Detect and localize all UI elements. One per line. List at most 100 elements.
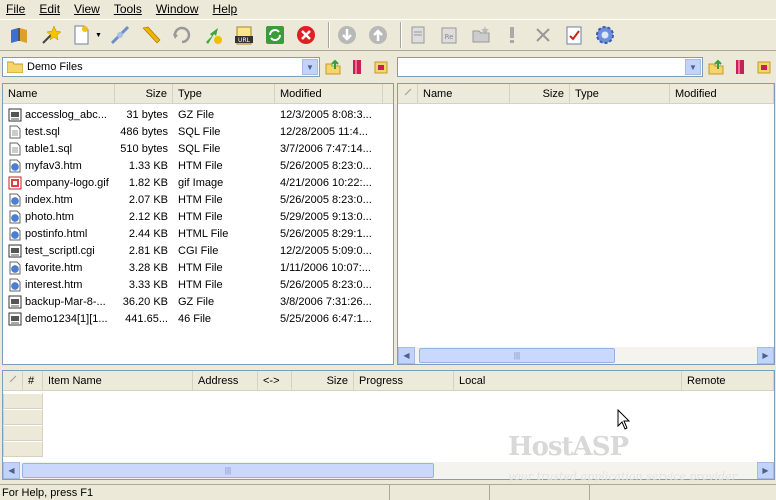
file-type: gif Image bbox=[178, 176, 224, 189]
remote-file-list[interactable]: Name Size Type Modified ◀ ||| ▶ bbox=[397, 83, 775, 365]
menu-window[interactable]: Window bbox=[156, 2, 199, 16]
column-type[interactable]: Type bbox=[173, 84, 275, 104]
column-name[interactable]: Name bbox=[418, 84, 510, 104]
file-name: demo1234[1][1... bbox=[25, 312, 108, 325]
upload-arrow-icon[interactable] bbox=[365, 22, 391, 48]
table-row[interactable]: favorite.htm 3.28 KB HTM File 1/11/2006 10:… bbox=[3, 259, 393, 276]
parent-folder-icon[interactable] bbox=[705, 57, 727, 77]
column-size[interactable]: Size bbox=[510, 84, 570, 104]
column-sort-handle[interactable] bbox=[3, 371, 23, 391]
file-type: GZ File bbox=[178, 295, 215, 308]
column-direction[interactable]: <-> bbox=[258, 371, 292, 391]
column-type[interactable]: Type bbox=[570, 84, 670, 104]
file-type: HTM File bbox=[178, 261, 223, 274]
column-index[interactable]: # bbox=[23, 371, 43, 391]
scrollbar-thumb[interactable]: ||| bbox=[22, 463, 434, 478]
chevron-down-icon[interactable]: ▼ bbox=[95, 22, 102, 48]
column-sort-handle[interactable] bbox=[398, 84, 418, 104]
file-name-cell: backup-Mar-8-... bbox=[3, 295, 115, 309]
column-modified[interactable]: Modified bbox=[275, 84, 383, 104]
column-size[interactable]: Size bbox=[292, 371, 354, 391]
file-modified: 3/7/2006 7:47:14... bbox=[280, 142, 372, 155]
scroll-left-icon[interactable]: ◀ bbox=[3, 462, 20, 479]
stop-icon[interactable] bbox=[293, 22, 319, 48]
transfer-queue[interactable]: # Item Name Address <-> Size Progress Lo… bbox=[2, 370, 775, 480]
scroll-right-icon[interactable]: ▶ bbox=[757, 347, 774, 364]
parent-folder-icon[interactable] bbox=[322, 57, 344, 77]
status-text: For Help, press F1 bbox=[0, 484, 390, 500]
table-row[interactable]: test_scriptl.cgi 2.81 KB CGI File 12/2/2005… bbox=[3, 242, 393, 259]
queue-row-header[interactable] bbox=[3, 393, 43, 409]
archive-file-icon bbox=[8, 312, 25, 325]
column-modified[interactable]: Modified bbox=[670, 84, 774, 104]
wizard-icon[interactable] bbox=[37, 22, 63, 48]
url-icon[interactable]: URL bbox=[231, 22, 257, 48]
download-arrow-icon[interactable] bbox=[334, 22, 360, 48]
bookmark-icon[interactable] bbox=[729, 57, 751, 77]
chevron-down-icon[interactable]: ▼ bbox=[685, 59, 701, 75]
scroll-left-icon[interactable]: ◀ bbox=[398, 347, 415, 364]
column-address[interactable]: Address bbox=[193, 371, 258, 391]
rename-icon[interactable]: Re bbox=[437, 22, 463, 48]
remote-horizontal-scrollbar[interactable]: ◀ ||| ▶ bbox=[398, 347, 774, 364]
properties-icon[interactable] bbox=[406, 22, 432, 48]
file-type: HTM File bbox=[178, 193, 223, 206]
checklist-icon[interactable] bbox=[561, 22, 587, 48]
reconnect-icon[interactable] bbox=[169, 22, 195, 48]
column-item-name[interactable]: Item Name bbox=[43, 371, 193, 391]
menu-tools[interactable]: Tools bbox=[114, 2, 142, 16]
file-size: 36.20 KB bbox=[122, 295, 168, 308]
table-row[interactable]: test.sql 486 bytes SQL File 12/28/2005 11:4… bbox=[3, 123, 393, 140]
disconnect-plug-icon[interactable] bbox=[107, 22, 133, 48]
menu-edit[interactable]: Edit bbox=[39, 2, 60, 16]
local-file-list[interactable]: Name Size Type Modified accesslog_abc...… bbox=[2, 83, 394, 365]
column-local[interactable]: Local bbox=[454, 371, 682, 391]
new-document-icon[interactable] bbox=[68, 22, 94, 48]
table-row[interactable]: photo.htm 2.12 KB HTM File 5/29/2005 9:13:0… bbox=[3, 208, 393, 225]
file-type: HTM File bbox=[178, 278, 223, 291]
table-row[interactable]: company-logo.gif 1.82 KB gif Image 4/21/200… bbox=[3, 174, 393, 191]
file-size: 2.44 KB bbox=[128, 227, 168, 240]
queue-row-header[interactable] bbox=[3, 425, 43, 441]
sort-icon bbox=[404, 88, 412, 95]
queue-row-header[interactable] bbox=[3, 409, 43, 425]
file-name: test.sql bbox=[25, 125, 60, 138]
connect-book-icon[interactable] bbox=[6, 22, 32, 48]
settings-gear-icon[interactable] bbox=[592, 22, 618, 48]
menu-help[interactable]: Help bbox=[213, 2, 238, 16]
upload-site-icon[interactable] bbox=[200, 22, 226, 48]
chevron-down-icon[interactable]: ▼ bbox=[302, 59, 318, 75]
menu-file[interactable]: File bbox=[6, 2, 25, 16]
column-name[interactable]: Name bbox=[3, 84, 115, 104]
scroll-right-icon[interactable]: ▶ bbox=[757, 462, 774, 479]
column-size[interactable]: Size bbox=[115, 84, 173, 104]
table-row[interactable]: accesslog_abc... 31 bytes GZ File 12/3/2005… bbox=[3, 106, 393, 123]
table-row[interactable]: backup-Mar-8-... 36.20 KB GZ File 3/8/2006 … bbox=[3, 293, 393, 310]
delete-icon[interactable] bbox=[530, 22, 556, 48]
table-row[interactable]: demo1234[1][1... 441.65... 46 File 5/25/200… bbox=[3, 310, 393, 327]
folder-options-icon[interactable] bbox=[753, 57, 775, 77]
table-row[interactable]: myfav3.htm 1.33 KB HTM File 5/26/2005 8:23:… bbox=[3, 157, 393, 174]
column-progress[interactable]: Progress bbox=[354, 371, 454, 391]
file-modified: 1/11/2006 10:07:... bbox=[280, 261, 371, 274]
table-row[interactable]: table1.sql 510 bytes SQL File 3/7/2006 7:47… bbox=[3, 140, 393, 157]
queue-row-header[interactable] bbox=[3, 441, 43, 457]
pencil-edit-icon[interactable] bbox=[138, 22, 164, 48]
scrollbar-thumb[interactable]: ||| bbox=[419, 348, 615, 363]
mouse-pointer-icon bbox=[617, 409, 631, 430]
table-row[interactable]: index.htm 2.07 KB HTM File 5/26/2005 8:23:0… bbox=[3, 191, 393, 208]
folder-options-icon[interactable] bbox=[370, 57, 392, 77]
file-modified: 12/28/2005 11:4... bbox=[280, 125, 368, 138]
file-modified: 5/26/2005 8:23:0... bbox=[280, 278, 372, 291]
local-path-combo[interactable]: Demo Files ▼ bbox=[2, 57, 320, 77]
remote-path-combo[interactable]: ▼ bbox=[397, 57, 703, 77]
column-remote[interactable]: Remote bbox=[682, 371, 774, 391]
new-folder-icon[interactable] bbox=[468, 22, 494, 48]
table-row[interactable]: postinfo.html 2.44 KB HTML File 5/26/2005 8… bbox=[3, 225, 393, 242]
refresh-icon[interactable] bbox=[262, 22, 288, 48]
table-row[interactable]: interest.htm 3.33 KB HTM File 5/26/2005 8:2… bbox=[3, 276, 393, 293]
svg-text:Re: Re bbox=[445, 33, 454, 41]
exclamation-icon[interactable] bbox=[499, 22, 525, 48]
bookmark-icon[interactable] bbox=[346, 57, 368, 77]
menu-view[interactable]: View bbox=[74, 2, 100, 16]
